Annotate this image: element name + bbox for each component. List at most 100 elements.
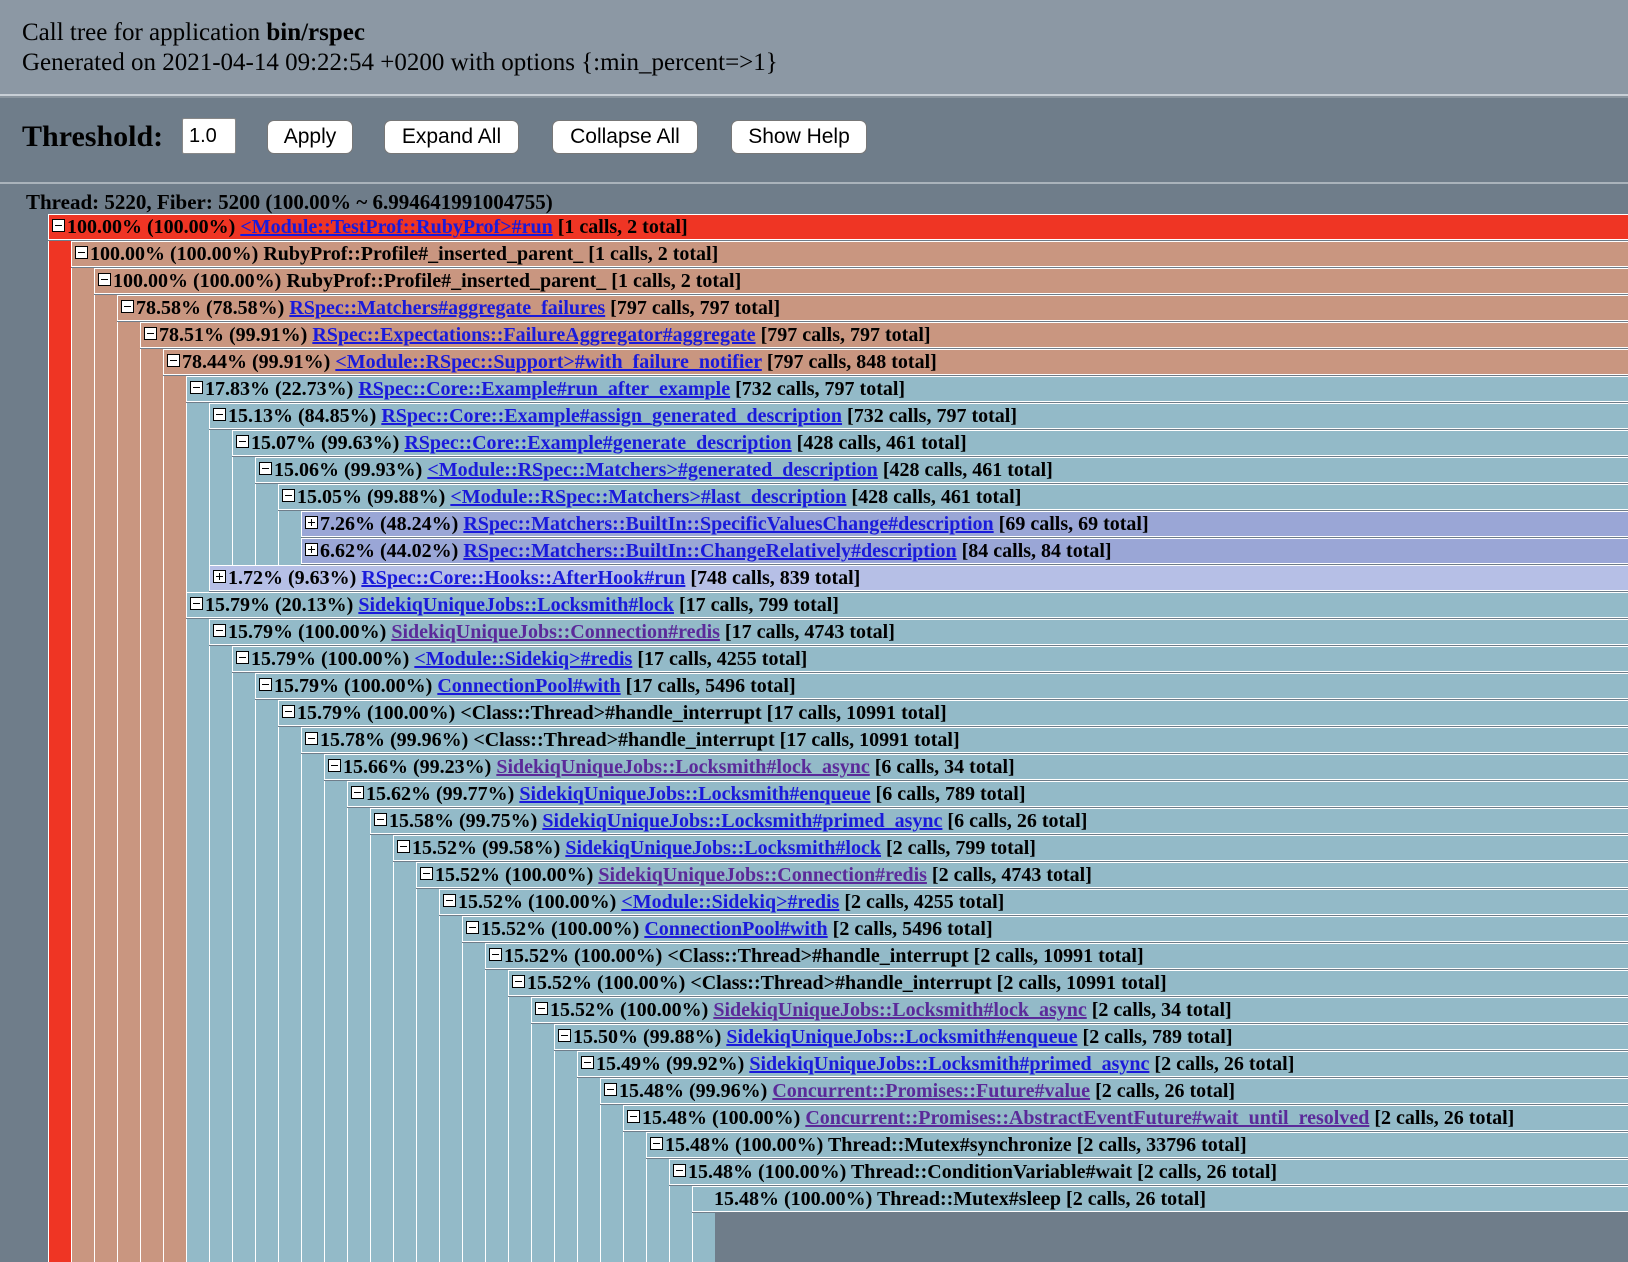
collapse-node-icon[interactable] [190,597,203,610]
method-link[interactable]: RSpec::Matchers::BuiltIn::SpecificValues… [463,513,993,535]
collapse-node-icon[interactable] [236,435,249,448]
collapse-node-icon[interactable] [305,732,318,745]
tree-indent-strip [163,1159,186,1186]
apply-button[interactable]: Apply [267,120,353,154]
method-link[interactable]: RSpec::Core::Example#run_after_example [358,378,730,400]
row-total-percent: 100.00% [113,270,188,292]
method-link[interactable]: SidekiqUniqueJobs::Locksmith#lock_async [713,999,1086,1021]
method-link[interactable]: RSpec::Core::Example#generate_descriptio… [404,432,791,454]
tree-indent-strip [48,349,71,376]
tree-indent-strip [163,565,186,592]
row-relative-percent: (100.00%) [735,1134,824,1156]
method-link[interactable]: RSpec::Core::Hooks::AfterHook#run [361,567,685,589]
method-link[interactable]: SidekiqUniqueJobs::Connection#redis [391,621,720,643]
collapse-node-icon[interactable] [282,705,295,718]
method-link[interactable]: <Module::TestProf::RubyProf>#run [240,216,552,238]
collapse-node-icon[interactable] [466,921,479,934]
tree-indent-strip [48,430,71,457]
tree-indent-strip [301,1186,324,1213]
collapse-node-icon[interactable] [213,624,226,637]
method-link[interactable]: RSpec::Core::Example#assign_generated_de… [381,405,842,427]
collapse-node-icon[interactable] [98,273,111,286]
expand-node-icon[interactable] [305,516,318,529]
tree-indent-strip [140,700,163,727]
tree-indent-strip [117,322,140,349]
collapse-node-icon[interactable] [121,300,134,313]
method-link[interactable]: RSpec::Matchers::BuiltIn::ChangeRelative… [463,540,956,562]
collapse-node-icon[interactable] [374,813,387,826]
method-link[interactable]: Concurrent::Promises::Future#value [772,1080,1090,1102]
method-link[interactable]: RSpec::Expectations::FailureAggregator#a… [312,324,755,346]
method-link[interactable]: Concurrent::Promises::AbstractEventFutur… [805,1107,1369,1129]
expand-node-icon[interactable] [305,543,318,556]
collapse-node-icon[interactable] [282,489,295,502]
method-link[interactable]: SidekiqUniqueJobs::Locksmith#enqueue [726,1026,1077,1048]
call-tree-row: 15.49% (99.92%) SidekiqUniqueJobs::Locks… [577,1051,1628,1077]
collapse-node-icon[interactable] [581,1056,594,1069]
method-link[interactable]: RSpec::Matchers#aggregate_failures [289,297,605,319]
method-link[interactable]: SidekiqUniqueJobs::Locksmith#primed_asyn… [749,1053,1149,1075]
collapse-node-icon[interactable] [420,867,433,880]
collapse-node-icon[interactable] [52,219,65,232]
tree-indent-strip [301,997,324,1024]
row-call-counts: [6 calls, 34 total] [874,756,1015,778]
show-help-button[interactable]: Show Help [731,120,867,154]
method-link[interactable]: <Module::RSpec::Matchers>#last_descripti… [450,486,846,508]
threshold-input[interactable] [182,118,236,154]
tree-indent-strip [117,1159,140,1186]
tree-indent-strip [140,1186,163,1213]
expand-node-icon[interactable] [213,570,226,583]
tree-indent-strip [186,943,209,970]
collapse-node-icon[interactable] [512,975,525,988]
method-link[interactable]: <Module::RSpec::Matchers>#generated_desc… [427,459,877,481]
tree-indent-strip [71,1213,94,1262]
collapse-node-icon[interactable] [144,327,157,340]
call-tree-row: 15.79% (100.00%) <Module::Sidekiq>#redis… [232,646,1628,672]
method-link[interactable]: SidekiqUniqueJobs::Locksmith#lock [565,837,881,859]
tree-indent-strip [255,727,278,754]
collapse-node-icon[interactable] [213,408,226,421]
collapse-node-icon[interactable] [650,1137,663,1150]
row-relative-percent: (100.00%) [344,675,433,697]
method-link[interactable]: ConnectionPool#with [644,918,827,940]
collapse-node-icon[interactable] [604,1083,617,1096]
collapse-node-icon[interactable] [328,759,341,772]
call-tree-row: 15.79% (100.00%) SidekiqUniqueJobs::Conn… [209,619,1628,645]
collapse-node-icon[interactable] [75,246,88,259]
tree-indent-strip [186,808,209,835]
method-link[interactable]: <Module::RSpec::Support>#with_failure_no… [335,351,761,373]
row-call-counts: [17 calls, 4743 total] [724,621,895,643]
tree-indent-strip [232,1132,255,1159]
expand-all-button[interactable]: Expand All [384,120,519,154]
method-link[interactable]: SidekiqUniqueJobs::Locksmith#lock_async [496,756,869,778]
row-total-percent: 15.66% [343,756,408,778]
tree-indent-strip [209,1024,232,1051]
collapse-node-icon[interactable] [190,381,203,394]
collapse-node-icon[interactable] [627,1110,640,1123]
tree-indent-strip [71,349,94,376]
collapse-node-icon[interactable] [558,1029,571,1042]
tree-indent-strip [278,1105,301,1132]
tree-indent-strip [163,1105,186,1132]
tree-indent-strip [232,808,255,835]
collapse-node-icon[interactable] [535,1002,548,1015]
tree-indent-strip [531,1159,554,1186]
collapse-node-icon[interactable] [351,786,364,799]
collapse-node-icon[interactable] [397,840,410,853]
method-link[interactable]: ConnectionPool#with [437,675,620,697]
collapse-node-icon[interactable] [167,354,180,367]
method-link[interactable]: SidekiqUniqueJobs::Locksmith#enqueue [519,783,870,805]
collapse-all-button[interactable]: Collapse All [552,120,698,154]
collapse-node-icon[interactable] [443,894,456,907]
method-link[interactable]: <Module::Sidekiq>#redis [414,648,632,670]
method-link[interactable]: SidekiqUniqueJobs::Locksmith#lock [358,594,674,616]
method-link[interactable]: SidekiqUniqueJobs::Connection#redis [598,864,927,886]
collapse-node-icon[interactable] [259,678,272,691]
collapse-node-icon[interactable] [236,651,249,664]
row-call-counts: [2 calls, 26 total] [1095,1080,1236,1102]
method-link[interactable]: <Module::Sidekiq>#redis [621,891,839,913]
collapse-node-icon[interactable] [489,948,502,961]
collapse-node-icon[interactable] [673,1164,686,1177]
method-link[interactable]: SidekiqUniqueJobs::Locksmith#primed_asyn… [542,810,942,832]
collapse-node-icon[interactable] [259,462,272,475]
